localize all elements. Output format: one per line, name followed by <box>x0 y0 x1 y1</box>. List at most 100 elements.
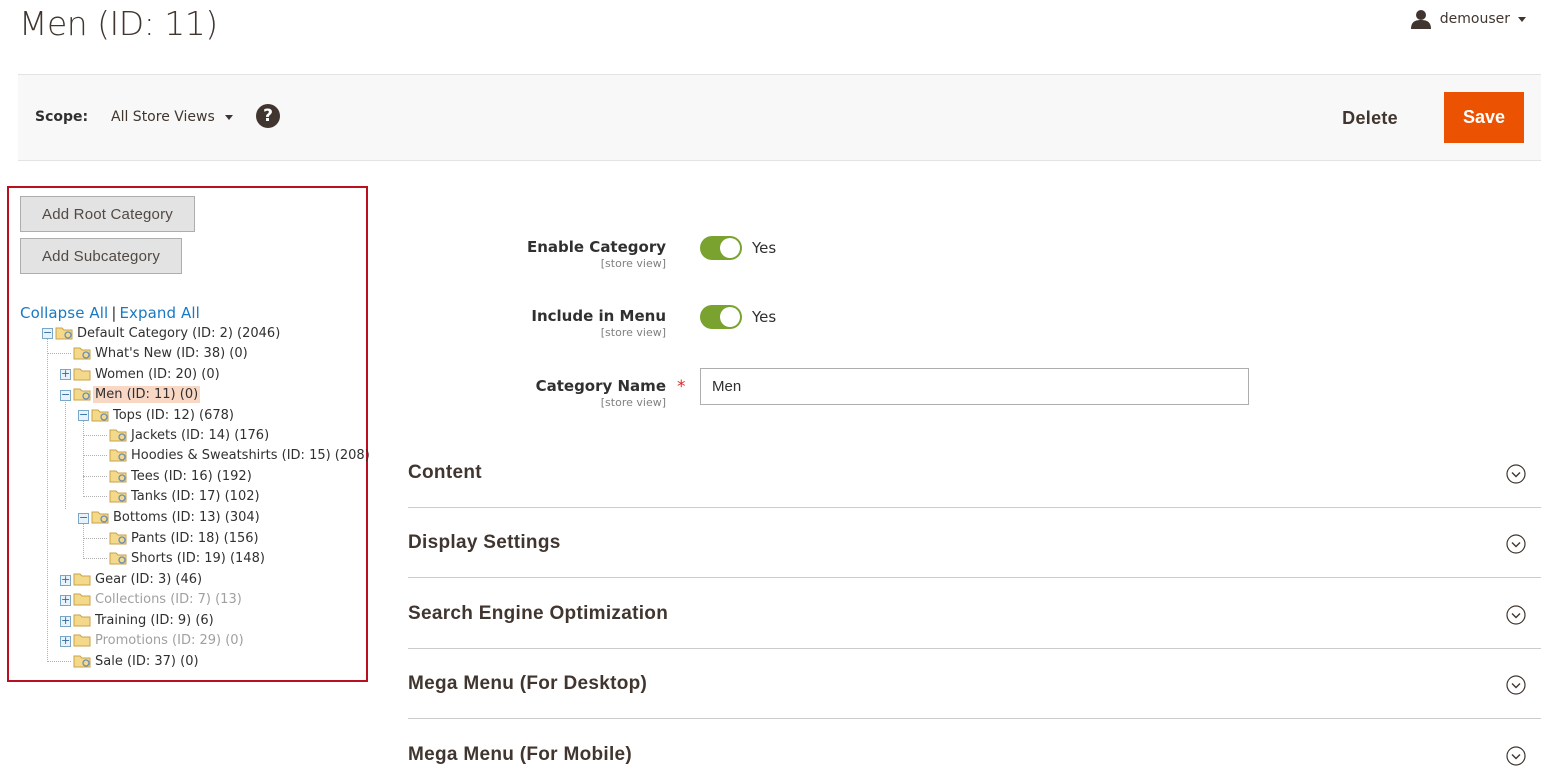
folder-open-icon <box>55 327 73 340</box>
folder-icon <box>109 552 127 565</box>
folder-icon <box>109 449 127 462</box>
tree-node-tanks[interactable]: Tanks (ID: 17) (102) <box>109 486 262 506</box>
tree-connector <box>47 332 48 660</box>
chevron-down-icon <box>1506 605 1526 625</box>
collapse-toggle-icon[interactable]: − <box>42 327 53 339</box>
tree-node-tops[interactable]: Tops (ID: 12) (678) <box>91 405 236 425</box>
tree-node-tees[interactable]: Tees (ID: 16) (192) <box>109 466 254 486</box>
chevron-down-icon <box>1506 464 1526 484</box>
enable-category-scope: [store view] <box>600 257 666 270</box>
category-name-input[interactable] <box>700 368 1249 405</box>
tree-node-label: Hoodies & Sweatshirts (ID: 15) (208) <box>131 447 370 463</box>
enable-category-label: Enable Category <box>526 238 666 256</box>
expand-toggle-icon[interactable]: + <box>60 574 71 586</box>
include-in-menu-scope: [store view] <box>600 326 666 339</box>
collapse-toggle-icon[interactable]: − <box>78 512 89 524</box>
user-account-menu[interactable]: demouser <box>1410 8 1526 30</box>
category-name-scope: [store view] <box>600 396 666 409</box>
folder-open-icon <box>73 388 91 401</box>
tree-connector <box>83 435 107 436</box>
tree-node-label: Training (ID: 9) (6) <box>95 612 214 628</box>
folder-icon <box>73 573 91 586</box>
section-display-settings[interactable]: Display Settings <box>408 508 1541 578</box>
expand-toggle-icon[interactable]: + <box>60 615 71 627</box>
tree-connector <box>47 661 71 662</box>
tree-connector <box>83 538 107 539</box>
toggle-knob <box>720 238 740 258</box>
expand-all-link[interactable]: Expand All <box>119 304 199 322</box>
section-search-engine-optimization[interactable]: Search Engine Optimization <box>408 579 1541 649</box>
tree-connector <box>83 455 107 456</box>
tree-node-women[interactable]: Women (ID: 20) (0) <box>73 364 222 384</box>
tree-node-default-category[interactable]: Default Category (ID: 2) (2046) <box>55 323 282 343</box>
tree-node-label: Men (ID: 11) (0) <box>93 385 201 403</box>
tree-connector <box>83 414 84 494</box>
add-root-category-button[interactable]: Add Root Category <box>20 196 195 232</box>
collapse-all-link[interactable]: Collapse All <box>20 304 108 322</box>
include-in-menu-toggle[interactable] <box>700 305 742 329</box>
section-content[interactable]: Content <box>408 438 1541 508</box>
tree-node-men[interactable]: Men (ID: 11) (0) <box>73 384 201 404</box>
tree-connector <box>47 353 71 354</box>
tree-node-label: Default Category (ID: 2) (2046) <box>77 325 281 341</box>
tree-node-promotions[interactable]: Promotions (ID: 29) (0) <box>73 630 246 650</box>
tree-node-training[interactable]: Training (ID: 9) (6) <box>73 610 216 630</box>
tree-node-sale[interactable]: Sale (ID: 37) (0) <box>73 651 201 671</box>
folder-open-icon <box>91 511 109 524</box>
delete-button[interactable]: Delete <box>1342 108 1398 129</box>
tree-node-jackets[interactable]: Jackets (ID: 14) (176) <box>109 425 271 445</box>
link-separator: | <box>111 304 117 322</box>
scope-switcher[interactable]: All Store Views <box>111 109 233 125</box>
enable-category-value: Yes <box>752 239 777 257</box>
tree-node-label: Shorts (ID: 19) (148) <box>131 550 265 566</box>
folder-icon <box>73 593 91 606</box>
chevron-down-icon <box>224 114 233 120</box>
folder-icon <box>73 347 91 360</box>
folder-icon <box>109 429 127 442</box>
tree-node-label: Pants (ID: 18) (156) <box>131 530 259 546</box>
expand-toggle-icon[interactable]: + <box>60 368 71 380</box>
tree-connector <box>83 476 107 477</box>
section-title: Search Engine Optimization <box>408 603 669 624</box>
collapse-toggle-icon[interactable]: − <box>60 389 71 401</box>
scope-label: Scope: <box>35 109 89 125</box>
required-asterisk: * <box>677 377 686 397</box>
category-tree-panel: Add Root Category Add Subcategory Collap… <box>7 186 370 682</box>
folder-icon <box>109 532 127 545</box>
section-title: Content <box>408 462 482 483</box>
help-icon[interactable]: ? <box>256 104 280 128</box>
tree-connector <box>83 558 107 559</box>
enable-category-toggle[interactable] <box>700 236 742 260</box>
tree-node-label: Jackets (ID: 14) (176) <box>131 427 270 443</box>
add-subcategory-button[interactable]: Add Subcategory <box>20 238 182 274</box>
tree-node-pants[interactable]: Pants (ID: 18) (156) <box>109 528 261 548</box>
section-mega-menu-mobile[interactable]: Mega Menu (For Mobile) <box>408 720 1541 769</box>
folder-icon <box>73 634 91 647</box>
tree-connector <box>83 496 107 497</box>
tree-node-label: Collections (ID: 7) (13) <box>95 591 242 607</box>
tree-node-shorts[interactable]: Shorts (ID: 19) (148) <box>109 548 267 568</box>
include-in-menu-value: Yes <box>752 308 777 326</box>
scope-value: All Store Views <box>111 109 215 125</box>
include-in-menu-label: Include in Menu <box>531 307 666 325</box>
tree-node-collections[interactable]: Collections (ID: 7) (13) <box>73 589 244 609</box>
chevron-down-icon <box>1506 534 1526 554</box>
expand-toggle-icon[interactable]: + <box>60 594 71 606</box>
save-button[interactable]: Save <box>1444 92 1524 143</box>
tree-connector <box>65 394 66 509</box>
tree-node-bottoms[interactable]: Bottoms (ID: 13) (304) <box>91 507 262 527</box>
user-name: demouser <box>1439 11 1510 27</box>
tree-node-whats-new[interactable]: What's New (ID: 38) (0) <box>73 343 250 363</box>
tree-node-label: Tops (ID: 12) (678) <box>113 407 234 423</box>
folder-icon <box>109 470 127 483</box>
tree-node-hoodies-sweatshirts[interactable]: Hoodies & Sweatshirts (ID: 15) (208) <box>109 445 372 465</box>
section-title: Mega Menu (For Desktop) <box>408 673 648 694</box>
section-title: Display Settings <box>408 532 561 553</box>
tree-expand-collapse-links: Collapse All | Expand All <box>20 304 200 322</box>
tree-node-gear[interactable]: Gear (ID: 3) (46) <box>73 569 204 589</box>
section-mega-menu-desktop[interactable]: Mega Menu (For Desktop) <box>408 649 1541 719</box>
expand-toggle-icon[interactable]: + <box>60 635 71 647</box>
category-tree: − + − − − + + + + Default Category (ID: … <box>9 322 370 672</box>
tree-node-label: Promotions (ID: 29) (0) <box>95 632 244 648</box>
collapse-toggle-icon[interactable]: − <box>78 409 89 421</box>
